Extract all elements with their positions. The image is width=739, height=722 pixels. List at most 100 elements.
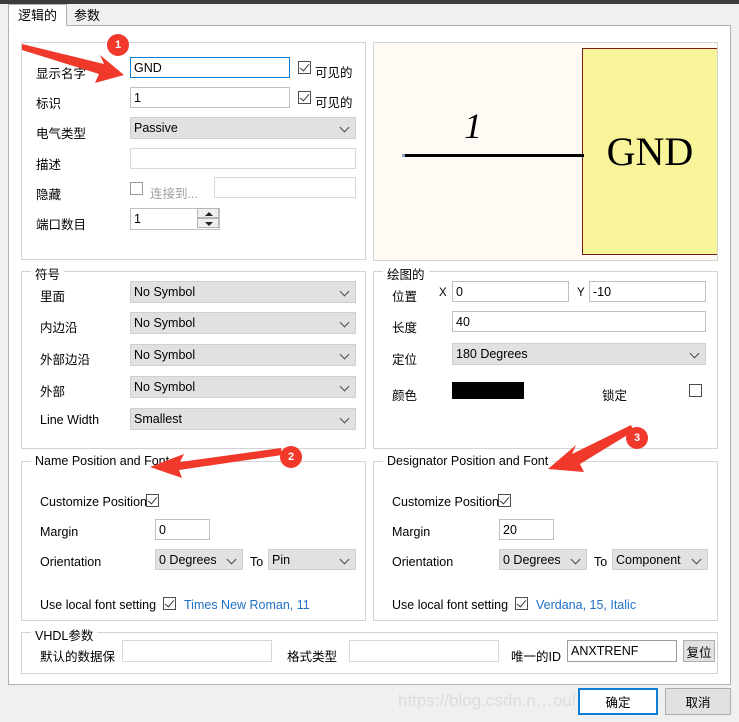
name-font-link[interactable]: Times New Roman, 11	[184, 598, 310, 612]
designator-font-link[interactable]: Verdana, 15, Italic	[536, 598, 636, 612]
chevron-down-icon	[340, 122, 352, 134]
logical-group: 显示名字 GND 可见的 标识 1 可见的 电气类型 Passive 描述 隐藏…	[21, 42, 366, 260]
stepper-down-icon[interactable]	[197, 218, 219, 228]
drawing-group: 绘图的 位置 X 0 Y -10 长度 40 定位 180 Degrees 颜色…	[373, 264, 718, 449]
designator-orientation-value: 0 Degrees	[503, 552, 561, 567]
chevron-down-icon	[227, 554, 239, 566]
symbol-outside-edge-value: No Symbol	[134, 348, 196, 362]
designator-visible-label: 可见的	[315, 96, 353, 110]
designator-customize-position-checkbox[interactable]	[498, 494, 511, 507]
vhdl-group: VHDL参数 默认的数据保 格式类型 唯一的ID ANXTRENF 复位	[21, 625, 718, 674]
line-width-value: Smallest	[134, 412, 182, 426]
dialog-page: 显示名字 GND 可见的 标识 1 可见的 电气类型 Passive 描述 隐藏…	[8, 25, 731, 685]
position-y-label: Y	[577, 287, 585, 299]
designator-position-font-group: Designator Position and Font Customize P…	[373, 454, 718, 621]
name-margin-input[interactable]: 0	[155, 519, 210, 540]
electrical-type-label: 电气类型	[36, 127, 87, 141]
symbol-inside-edge-value: No Symbol	[134, 316, 196, 330]
port-count-stepper[interactable]	[197, 208, 219, 229]
electrical-type-select[interactable]: Passive	[130, 117, 356, 139]
name-orientation-select[interactable]: 0 Degrees	[155, 549, 243, 570]
description-label: 描述	[36, 158, 62, 172]
orientation-value: 180 Degrees	[456, 347, 528, 361]
pin-preview: GND 1	[373, 42, 718, 261]
line-width-label: Line Width	[40, 413, 100, 427]
tab-logical[interactable]: 逻辑的	[8, 4, 68, 26]
chevron-down-icon	[571, 554, 583, 566]
vhdl-reset-button[interactable]: 复位	[683, 640, 715, 662]
name-customize-position-checkbox[interactable]	[146, 494, 159, 507]
position-y-input[interactable]: -10	[589, 281, 706, 302]
electrical-type-value: Passive	[134, 121, 178, 135]
designator-use-local-font-label: Use local font setting	[392, 598, 509, 612]
ok-button[interactable]: 确定	[578, 688, 658, 715]
name-orientation-value: 0 Degrees	[159, 552, 217, 567]
vhdl-format-type-input[interactable]	[349, 640, 499, 662]
tab-parameters[interactable]: 参数	[64, 4, 111, 26]
symbol-inside-edge-label: 内边沿	[40, 321, 78, 335]
designator-input[interactable]: 1	[130, 87, 290, 108]
display-name-visible-label: 可见的	[315, 66, 353, 80]
symbol-outside-label: 外部	[40, 385, 66, 399]
length-input[interactable]: 40	[452, 311, 706, 332]
designator-to-select[interactable]: Component	[612, 549, 708, 570]
display-name-visible-checkbox[interactable]	[298, 61, 311, 74]
locked-checkbox[interactable]	[689, 384, 702, 397]
symbol-outside-edge-label: 外部边沿	[40, 353, 91, 367]
chevron-down-icon	[692, 554, 704, 566]
symbol-inside-value: No Symbol	[134, 285, 196, 299]
position-x-input[interactable]: 0	[452, 281, 569, 302]
designator-use-local-font-checkbox[interactable]	[515, 597, 528, 610]
pin-name-highlight: GND	[582, 48, 717, 255]
designator-customize-position-label: Customize Position	[392, 495, 499, 509]
connect-to-label: 连接到...	[150, 187, 198, 201]
description-input[interactable]	[130, 148, 356, 169]
vhdl-group-legend: VHDL参数	[31, 625, 98, 644]
connect-to-input[interactable]	[214, 177, 356, 198]
position-x-label: X	[439, 287, 447, 299]
designator-orientation-select[interactable]: 0 Degrees	[499, 549, 587, 570]
annotation-badge-3: 3	[626, 427, 648, 449]
vhdl-default-data-label: 默认的数据保	[40, 650, 116, 664]
cancel-button[interactable]: 取消	[665, 688, 731, 715]
symbol-group-legend: 符号	[31, 264, 65, 283]
symbol-outside-value: No Symbol	[134, 380, 196, 394]
vhdl-unique-id-label: 唯一的ID	[511, 650, 562, 664]
designator-orientation-label: Orientation	[392, 555, 454, 569]
name-to-select[interactable]: Pin	[268, 549, 356, 570]
name-orientation-label: Orientation	[40, 555, 102, 569]
designator-margin-label: Margin	[392, 525, 431, 539]
designator-margin-input[interactable]: 20	[499, 519, 554, 540]
color-swatch[interactable]	[452, 382, 524, 399]
chevron-down-icon	[690, 348, 702, 360]
name-margin-label: Margin	[40, 525, 79, 539]
line-width-select[interactable]: Smallest	[130, 408, 356, 430]
orientation-select[interactable]: 180 Degrees	[452, 343, 706, 365]
display-name-label: 显示名字	[36, 67, 87, 81]
designator-visible-checkbox[interactable]	[298, 91, 311, 104]
stepper-up-icon[interactable]	[197, 208, 219, 218]
display-name-input[interactable]: GND	[130, 57, 290, 78]
symbol-outside-edge-select[interactable]: No Symbol	[130, 344, 356, 366]
length-label: 长度	[392, 321, 418, 335]
vhdl-default-data-input[interactable]	[122, 640, 272, 662]
chevron-down-icon	[340, 381, 352, 393]
chevron-down-icon	[340, 317, 352, 329]
tab-bar: 逻辑的 参数	[0, 4, 739, 26]
chevron-down-icon	[340, 286, 352, 298]
name-to-label: To	[250, 555, 264, 569]
vhdl-unique-id-input[interactable]: ANXTRENF	[567, 640, 677, 662]
symbol-inside-select[interactable]: No Symbol	[130, 281, 356, 303]
chevron-down-icon	[340, 554, 352, 566]
symbol-inside-edge-select[interactable]: No Symbol	[130, 312, 356, 334]
designator-label: 标识	[36, 97, 62, 111]
name-use-local-font-checkbox[interactable]	[163, 597, 176, 610]
name-use-local-font-label: Use local font setting	[40, 598, 157, 612]
locked-label: 锁定	[602, 389, 628, 403]
designator-to-label: To	[594, 555, 608, 569]
name-position-font-legend: Name Position and Font	[31, 454, 174, 468]
symbol-outside-select[interactable]: No Symbol	[130, 376, 356, 398]
hide-checkbox[interactable]	[130, 182, 143, 195]
vhdl-format-type-label: 格式类型	[287, 650, 338, 664]
color-label: 颜色	[392, 389, 418, 403]
